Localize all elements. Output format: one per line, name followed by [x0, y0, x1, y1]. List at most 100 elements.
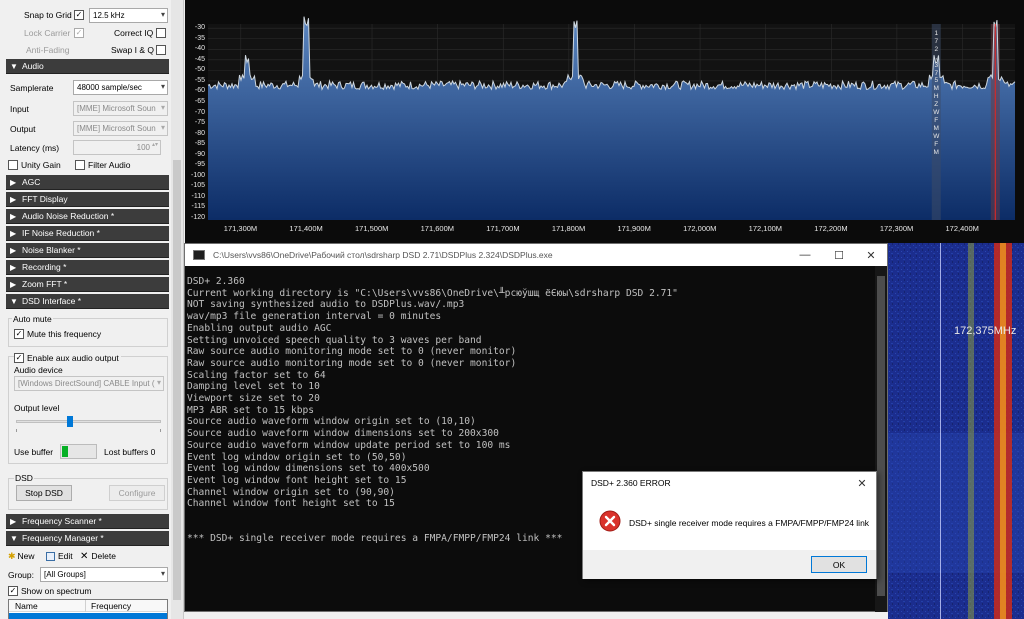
filter-audio-checkbox[interactable] [75, 160, 85, 170]
vfo-label-char: M [933, 85, 939, 93]
agc-section-header[interactable]: ▶ AGC [6, 175, 169, 190]
triangle-right-icon: ▶ [10, 262, 17, 272]
triangle-down-icon: ▼ [10, 296, 18, 306]
triangle-right-icon: ▶ [10, 211, 17, 221]
ok-button[interactable]: OK [811, 556, 867, 573]
auto-mute-label: Auto mute [12, 314, 53, 324]
edit-label: Edit [58, 551, 73, 561]
anti-fading-label: Anti-Fading [26, 45, 70, 55]
edit-button[interactable]: Edit [46, 548, 73, 564]
column-frequency[interactable]: Frequency [91, 601, 131, 611]
show-on-spectrum-checkbox[interactable]: ✓ [8, 586, 18, 596]
snap-to-grid-checkbox[interactable]: ✓ [74, 10, 84, 20]
output-level-slider[interactable] [16, 416, 161, 432]
lock-carrier-checkbox[interactable]: ✓ [74, 28, 84, 38]
lock-carrier-label: Lock Carrier [24, 28, 71, 38]
group-select[interactable]: [All Groups] ▾ [40, 567, 168, 582]
agc-header-label: AGC [22, 177, 41, 187]
zoom-fft-section-header[interactable]: ▶ Zoom FFT * [6, 277, 169, 292]
noise-blanker-header-label: Noise Blanker * [22, 245, 81, 255]
audio-device-label: Audio device [14, 365, 63, 375]
frequency-manager-section-header[interactable]: ▼ Frequency Manager * [6, 531, 169, 546]
audio-device-select[interactable]: [Windows DirectSound] CABLE Input ( ▾ [14, 376, 164, 391]
y-tick-label: -30 [194, 24, 205, 32]
snap-to-grid-label: Snap to Grid [24, 10, 72, 20]
console-line: Event log window origin set to (50,50) [187, 451, 407, 463]
vfo-label-char: F [934, 140, 939, 148]
chevron-down-icon: ▾ [160, 103, 165, 112]
x-tick-label: 172,100M [748, 224, 783, 233]
waterfall-display[interactable]: 172,375MHz [888, 243, 1024, 619]
spectrum-analyzer[interactable]: -30 -35 -40 -45 -50 -55 -60 -65 -70 -75 -80 -85 -90 -… [185, 0, 1024, 243]
frequency-list-header: Name Frequency [9, 600, 167, 612]
swap-iq-checkbox[interactable] [156, 45, 166, 55]
stepper-icon: ▴▾ [151, 142, 158, 148]
triangle-right-icon: ▶ [10, 245, 17, 255]
if-noise-reduction-section-header[interactable]: ▶ IF Noise Reduction * [6, 226, 169, 241]
frequency-scanner-section-header[interactable]: ▶ Frequency Scanner * [6, 514, 169, 529]
vfo-label-char: 5 [934, 77, 939, 85]
vfo-label-char: 7 [934, 69, 939, 77]
noise-blanker-section-header[interactable]: ▶ Noise Blanker * [6, 243, 169, 258]
column-name[interactable]: Name [15, 601, 38, 611]
latency-input[interactable]: 100 ▴▾ [73, 140, 161, 155]
scrollbar-thumb[interactable] [173, 160, 181, 600]
grid-step-select[interactable]: 12.5 kHz ▾ [89, 8, 168, 23]
use-buffer-label: Use buffer [14, 447, 54, 457]
audio-noise-reduction-section-header[interactable]: ▶ Audio Noise Reduction * [6, 209, 169, 224]
aux-output-checkbox[interactable]: ✓ [14, 353, 24, 363]
dialog-footer: OK [583, 550, 876, 579]
close-icon[interactable]: ✕ [853, 244, 889, 266]
frequency-list[interactable]: Name Frequency [8, 599, 168, 619]
output-device-select[interactable]: [MME] Microsoft Soun ▾ [73, 121, 168, 136]
recording-section-header[interactable]: ▶ Recording * [6, 260, 169, 275]
input-device-select[interactable]: [MME] Microsoft Soun ▾ [73, 101, 168, 116]
console-line: Damping level set to 10 [187, 381, 320, 393]
triangle-down-icon: ▼ [10, 61, 18, 71]
console-line: Raw source audio monitoring mode set to … [187, 357, 517, 369]
list-item[interactable] [9, 613, 167, 619]
delete-button[interactable]: ✕ Delete [80, 548, 116, 564]
latency-value: 100 [136, 143, 150, 152]
left-panel-scrollbar[interactable] [171, 0, 183, 619]
minimize-icon[interactable]: — [787, 244, 823, 266]
vfo-label-char: M [933, 148, 939, 156]
y-tick-label: -105 [190, 182, 205, 190]
maximize-icon[interactable]: ☐ [821, 244, 857, 266]
close-icon[interactable]: ✕ [852, 474, 872, 492]
configure-button[interactable]: Configure [109, 485, 165, 501]
grid-step-value: 12.5 kHz [93, 11, 125, 20]
mute-frequency-checkbox[interactable]: ✓ [14, 329, 24, 339]
y-tick-label: -100 [190, 171, 205, 179]
mute-frequency-label: Mute this frequency [27, 329, 102, 339]
dsd-interface-section-header[interactable]: ▼ DSD Interface * [6, 294, 169, 309]
anti-fading-checkbox[interactable] [74, 45, 84, 55]
x-tick-label: 171,800M [551, 224, 586, 233]
waterfall-canvas [888, 243, 1024, 619]
samplerate-select[interactable]: 48000 sample/sec ▾ [73, 80, 168, 95]
dialog-title: DSD+ 2.360 ERROR [591, 478, 671, 488]
error-dialog[interactable]: DSD+ 2.360 ERROR ✕ DSD+ single receiver … [582, 471, 877, 579]
input-label: Input [10, 104, 29, 114]
vfo-label-char: W [933, 109, 940, 117]
triangle-right-icon: ▶ [10, 516, 17, 526]
frequency-scanner-header-label: Frequency Scanner * [22, 516, 102, 526]
audio-section-header[interactable]: ▼ Audio [6, 59, 169, 74]
triangle-right-icon: ▶ [10, 177, 17, 187]
new-label: New [17, 551, 35, 561]
slider-thumb[interactable] [67, 416, 73, 427]
y-tick-label: -65 [194, 97, 205, 105]
new-button[interactable]: ✱ New [8, 548, 35, 564]
recording-header-label: Recording * [22, 262, 67, 272]
scrollbar-thumb[interactable] [877, 276, 885, 596]
console-title-bar[interactable]: C:\Users\vvs86\OneDrive\Рабочий стол\sdr… [185, 244, 887, 266]
spectrum-plot [207, 16, 1016, 220]
error-icon [599, 510, 621, 532]
lost-buffers-label: Lost buffers 0 [104, 447, 156, 457]
delete-x-icon: ✕ [80, 550, 89, 562]
correct-iq-checkbox[interactable] [156, 28, 166, 38]
stop-dsd-button[interactable]: Stop DSD [16, 485, 72, 501]
unity-gain-checkbox[interactable] [8, 160, 18, 170]
fft-display-section-header[interactable]: ▶ FFT Display [6, 192, 169, 207]
audio-noise-reduction-header-label: Audio Noise Reduction * [22, 211, 115, 221]
